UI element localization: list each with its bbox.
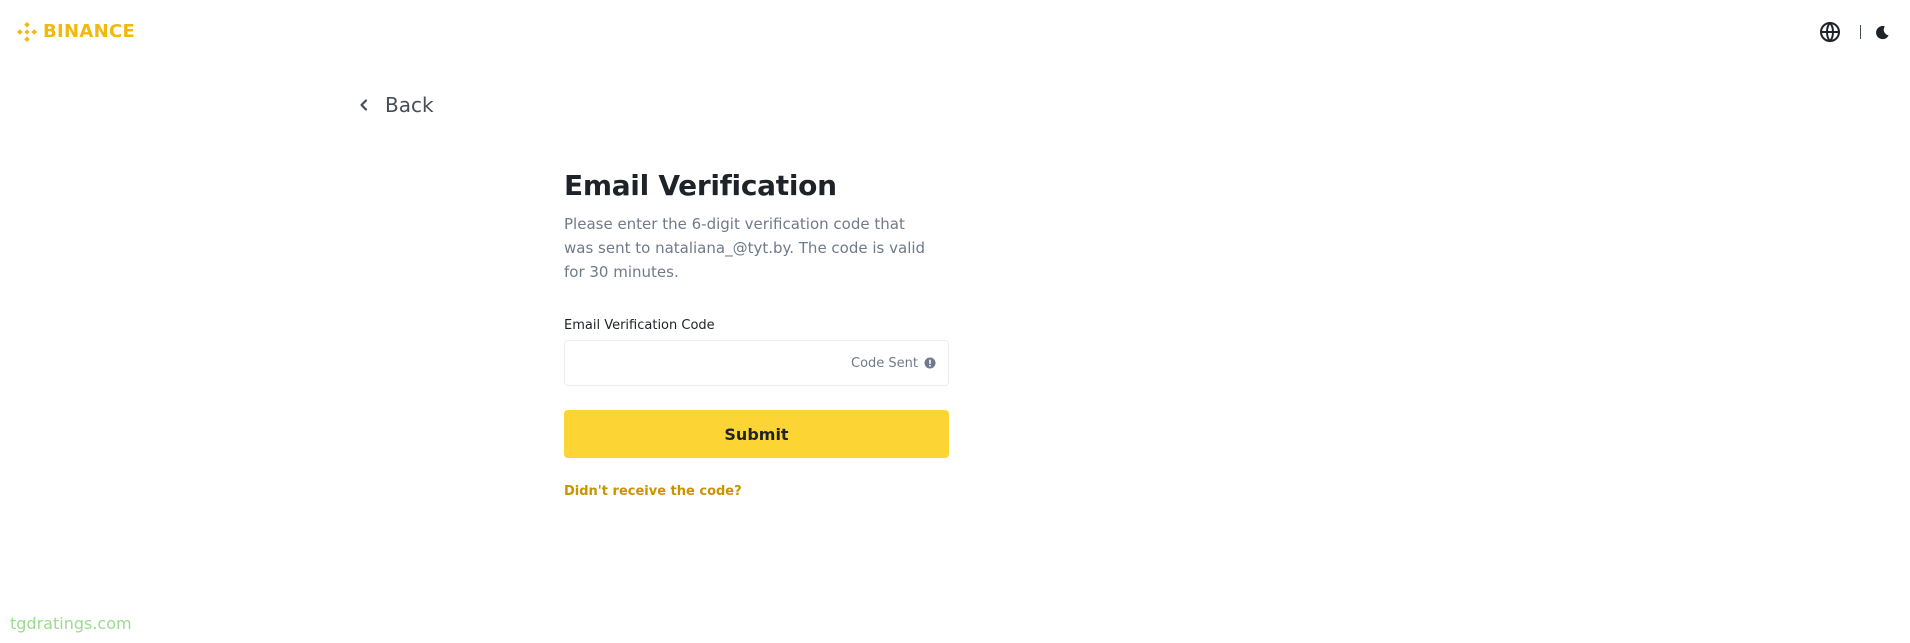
verification-description: Please enter the 6-digit verification co… xyxy=(564,215,926,281)
code-input-box[interactable]: Code Sent xyxy=(564,340,949,386)
info-icon[interactable] xyxy=(924,357,936,369)
watermark: tgdratings.com xyxy=(10,614,132,633)
back-link[interactable]: Back xyxy=(357,91,434,119)
brand-name: BINANCE xyxy=(43,21,136,42)
moon-icon[interactable] xyxy=(1875,25,1890,40)
globe-icon[interactable] xyxy=(1819,21,1841,43)
submit-button[interactable]: Submit xyxy=(564,410,949,458)
page: BINANCE Back Email Verification Please e… xyxy=(0,0,1910,643)
binance-logo[interactable]: BINANCE xyxy=(14,19,135,45)
chevron-left-icon xyxy=(360,99,368,111)
code-sent-label: Code Sent xyxy=(851,355,918,371)
header-divider xyxy=(1860,25,1861,39)
resend-code-link[interactable]: Didn't receive the code? xyxy=(564,482,742,502)
code-sent-status: Code Sent xyxy=(851,356,936,371)
code-field-label: Email Verification Code xyxy=(564,318,715,333)
email-verification-form: Email Verification Please enter the 6-di… xyxy=(564,166,949,502)
verification-code-input[interactable] xyxy=(577,342,851,384)
page-title: Email Verification xyxy=(564,169,837,202)
binance-logo-icon xyxy=(17,22,37,42)
back-label: Back xyxy=(385,93,434,117)
header-actions xyxy=(1819,21,1890,43)
